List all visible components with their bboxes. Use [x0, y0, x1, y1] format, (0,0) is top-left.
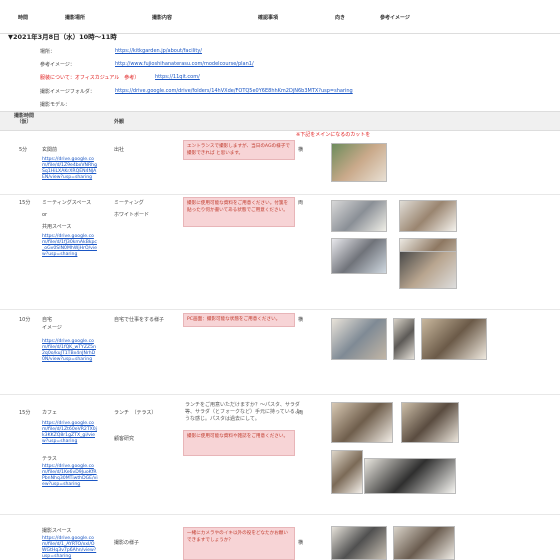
row-note-text: ランチをご用意いただけますか？～パスタ、サラダ等、サラダ（とフォークなど）手元に…: [185, 402, 300, 422]
date-heading: ▼2021年3月8日（水）10時～11時: [8, 33, 117, 41]
reference-photo: [331, 526, 387, 560]
row-direction: 両: [298, 200, 304, 206]
row-place-or: or: [42, 212, 48, 218]
row-content: ミーティング: [114, 200, 144, 206]
row-note-box: エントランスで撮影しますが、当日のAGの様子で撮影できれば と思います。: [183, 140, 295, 160]
reference-photo: [393, 526, 455, 560]
row-place: カフェ: [42, 410, 58, 416]
row-note-box: PC画面：撮影可能な状態をご用意ください。: [183, 313, 295, 327]
header-ref: 参考イメージ: [380, 15, 410, 21]
row-place-2: イメージ: [42, 325, 62, 331]
reference-link[interactable]: http://www.fujioshihanaterasu.com/modelc…: [115, 61, 254, 67]
row-place: 撮影スペース: [42, 528, 72, 534]
info-line-reference: 参考イメージ： http://www.fujioshihanaterasu.com…: [40, 61, 254, 68]
reference-photo: [393, 318, 415, 360]
row-place: 玄関前: [42, 147, 58, 153]
row-content-2: ホワイトボード: [114, 212, 150, 218]
reference-photo: [331, 238, 387, 274]
row-note-box: 撮影に使用可能な資料や雑誌をご用意ください。: [183, 430, 295, 456]
row-place: 自宅: [42, 317, 53, 323]
row-content: 自宅で仕事をする様子: [114, 317, 165, 323]
header-time: 時間: [18, 15, 29, 21]
reference-photo: [421, 318, 487, 360]
row-direction: 横: [298, 317, 304, 323]
row-place-link[interactable]: https://drive.google.com/file/d/1fQK_wTY…: [42, 339, 98, 363]
row-note-box: 撮影に使用可能な資料をご用意ください。付箋を貼ったり何か書いてある状態でご用意く…: [183, 197, 295, 227]
reference-photo: [364, 458, 456, 494]
row-note-box: 一緒にカメラやのイキ以外の役をどなたかお願いできますでしょうか？: [183, 527, 295, 560]
row-content: 出社: [114, 147, 125, 153]
row-place-alt: テラス: [42, 456, 57, 462]
row-place-link[interactable]: https://drive.google.com/file/d/1fJ30kmA…: [42, 234, 98, 258]
row-direction: 横: [298, 147, 304, 153]
info-line-model: 撮影モデル：: [40, 102, 71, 108]
info-line-folder: 撮影イメージフォルダ： https://drive.google.com/driv…: [40, 88, 353, 95]
reference-photo: [331, 143, 387, 182]
info-line-dress: 服装について：オフィスカジュアル 参考） https://11qit.com/: [40, 74, 200, 81]
row-time: 15分: [19, 410, 31, 416]
reference-photo: [401, 402, 459, 443]
row-content: 撮影の様子: [114, 540, 140, 546]
row-time: 10分: [19, 317, 31, 323]
row-content: ランチ （テラス）: [114, 410, 157, 416]
reference-photo: [399, 251, 457, 289]
reference-photo: [331, 402, 393, 443]
header-place: 撮影場所: [65, 15, 86, 21]
row-place-alt: 共用スペース: [42, 224, 72, 230]
row-place: ミーティングスペース: [42, 200, 92, 206]
row-place-link[interactable]: https://drive.google.com/file/d/1Z9e4bxV…: [42, 157, 98, 181]
table-header-bar: 時間 撮影場所 撮影内容 確認事項 向き 参考イメージ: [0, 0, 560, 34]
header-content: 撮影内容: [152, 15, 173, 21]
row-content-2: 顧客研究: [114, 436, 135, 442]
location-link[interactable]: https://kitkgarden.jp/about/facility/: [115, 48, 202, 54]
header-orientation: 向き: [335, 15, 346, 21]
col-outer: 外観: [114, 119, 125, 125]
schedule-table-header: 撮影時間 （仮） 外観: [0, 111, 560, 131]
row-time: 5分: [19, 147, 28, 153]
reference-photo: [331, 200, 387, 232]
info-line-location: 場所： https://kitkgarden.jp/about/facility/: [40, 48, 202, 55]
row-direction: 横: [298, 540, 304, 546]
header-notes: 確認事項: [258, 15, 279, 21]
dress-link[interactable]: https://11qit.com/: [155, 74, 200, 80]
folder-link[interactable]: https://drive.google.com/drive/folders/1…: [115, 88, 353, 94]
row-direction: 両: [298, 410, 304, 416]
row-place-link[interactable]: https://drive.google.com/file/d/1Zt60eVR…: [42, 421, 98, 445]
reference-photo: [399, 200, 457, 232]
col-time: 撮影時間 （仮）: [13, 113, 34, 125]
main-cut-note: ※下記をメインになるのカットを: [296, 132, 371, 138]
reference-photo: [331, 318, 387, 360]
row-time: 15分: [19, 200, 31, 206]
reference-photo: [331, 450, 363, 494]
row-place-link-2[interactable]: https://drive.google.com/file/d/1Ke6vD9J…: [42, 464, 98, 488]
row-place-link[interactable]: https://drive.google.com/file/d/1_AYRTO/…: [42, 536, 98, 560]
